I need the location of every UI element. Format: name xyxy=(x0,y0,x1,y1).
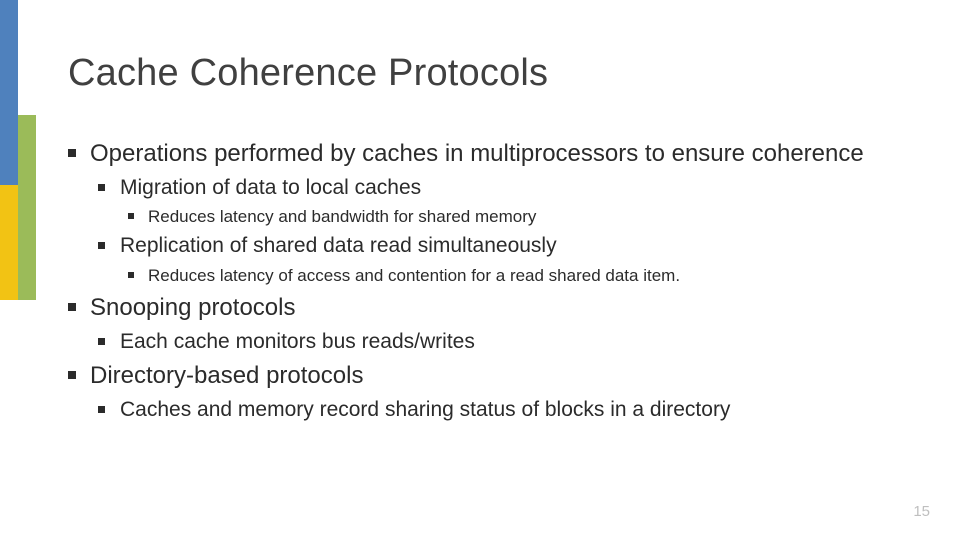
bullet-snooping: Snooping protocols xyxy=(68,293,920,323)
bullet-replication-detail: Reduces latency of access and contention… xyxy=(128,265,920,287)
slide-title: Cache Coherence Protocols xyxy=(68,52,920,95)
bullet-migration: Migration of data to local caches xyxy=(98,175,920,201)
bullet-directory-detail: Caches and memory record sharing status … xyxy=(98,397,920,423)
page-number: 15 xyxy=(913,503,930,520)
bullet-migration-detail: Reduces latency and bandwidth for shared… xyxy=(128,206,920,228)
slide: Cache Coherence Protocols Operations per… xyxy=(0,0,960,540)
bullet-directory: Directory-based protocols xyxy=(68,361,920,391)
content-area: Cache Coherence Protocols Operations per… xyxy=(68,52,920,428)
bullet-operations: Operations performed by caches in multip… xyxy=(68,139,920,169)
bullet-replication: Replication of shared data read simultan… xyxy=(98,233,920,259)
bullet-snooping-detail: Each cache monitors bus reads/writes xyxy=(98,329,920,355)
decor-stripe-yellow xyxy=(0,185,18,300)
decor-stripe-green xyxy=(18,115,36,300)
